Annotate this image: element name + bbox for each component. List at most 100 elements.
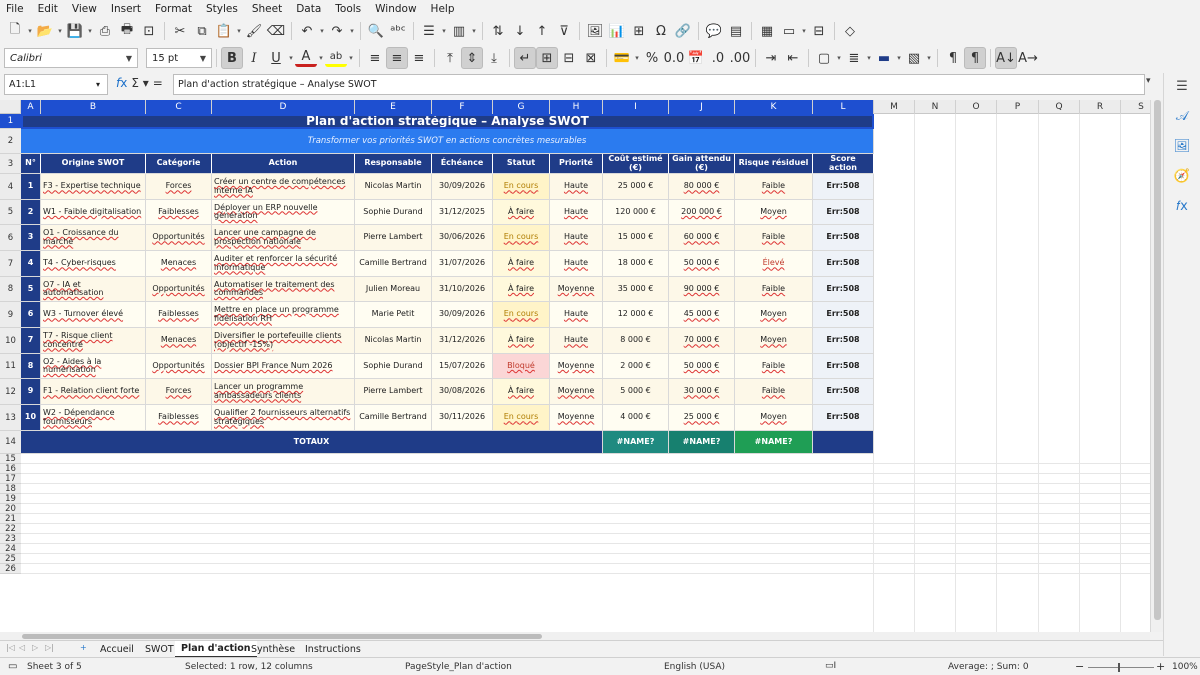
row-header-9[interactable]: 9: [0, 302, 21, 328]
conditional-format-icon[interactable]: ▧: [903, 47, 925, 69]
table-cell[interactable]: Err:508: [813, 302, 874, 328]
table-cell[interactable]: Auditer et renforcer la sécurité informa…: [212, 251, 355, 277]
table-cell[interactable]: Err:508: [813, 379, 874, 405]
table-cell[interactable]: 4 000 €: [603, 405, 669, 431]
table-cell[interactable]: 30/09/2026: [432, 174, 493, 200]
column-header-cell[interactable]: Coût estimé (€): [603, 154, 669, 174]
column-header-n[interactable]: N: [915, 100, 956, 114]
column-header-cell[interactable]: Catégorie: [146, 154, 212, 174]
function-wizard-icon[interactable]: fx: [116, 76, 127, 90]
comment-icon[interactable]: 💬: [703, 20, 725, 42]
table-cell[interactable]: 12 000 €: [603, 302, 669, 328]
table-cell[interactable]: Haute: [550, 174, 603, 200]
chevron-down-icon[interactable]: ▾: [86, 20, 94, 42]
font-color-icon[interactable]: A: [295, 49, 317, 67]
table-cell[interactable]: Moyenne: [550, 379, 603, 405]
chevron-down-icon[interactable]: ▾: [895, 47, 903, 69]
row-header-19[interactable]: 19: [0, 494, 21, 504]
percent-icon[interactable]: %: [641, 47, 663, 69]
table-cell[interactable]: O1 - Croissance du marché: [41, 225, 146, 251]
table-cell[interactable]: 2: [21, 200, 41, 225]
column-header-k[interactable]: K: [735, 100, 813, 114]
borders-icon[interactable]: ▢: [813, 47, 835, 69]
table-cell[interactable]: Err:508: [813, 277, 874, 302]
table-cell[interactable]: 31/12/2025: [432, 200, 493, 225]
column-header-i[interactable]: I: [603, 100, 669, 114]
table-cell[interactable]: En cours: [493, 405, 550, 431]
table-cell[interactable]: Camille Bertrand: [355, 251, 432, 277]
new-icon[interactable]: 🗋: [4, 20, 26, 42]
sheet-subtitle[interactable]: Transformer vos priorités SWOT en action…: [21, 129, 874, 154]
decrease-indent-icon[interactable]: ⇤: [782, 47, 804, 69]
table-cell[interactable]: Haute: [550, 225, 603, 251]
table-cell[interactable]: 200 000 €: [669, 200, 735, 225]
column-header-cell[interactable]: Échéance: [432, 154, 493, 174]
row-header-17[interactable]: 17: [0, 474, 21, 484]
number-format-icon[interactable]: 0.0: [663, 47, 685, 69]
chevron-down-icon[interactable]: ▾: [835, 47, 843, 69]
table-cell[interactable]: Mettre en place un programme fidélisatio…: [212, 302, 355, 328]
row-header-5[interactable]: 5: [0, 200, 21, 225]
menu-edit[interactable]: Edit: [32, 3, 66, 15]
row-header-20[interactable]: 20: [0, 504, 21, 514]
table-cell[interactable]: 30 000 €: [669, 379, 735, 405]
table-cell[interactable]: 10: [21, 405, 41, 431]
align-top-icon[interactable]: ⤒: [439, 47, 461, 69]
align-right-icon[interactable]: ≡: [408, 47, 430, 69]
menu-view[interactable]: View: [66, 3, 105, 15]
next-sheet-icon[interactable]: ▷: [32, 643, 38, 652]
row-header-25[interactable]: 25: [0, 554, 21, 564]
table-cell[interactable]: 120 000 €: [603, 200, 669, 225]
table-cell[interactable]: 15/07/2026: [432, 354, 493, 379]
row-header-14[interactable]: 14: [0, 431, 21, 454]
table-cell[interactable]: T7 - Risque client concentré: [41, 328, 146, 354]
table-cell[interactable]: 5: [21, 277, 41, 302]
scroll-thumb[interactable]: [22, 634, 542, 639]
table-cell[interactable]: 1: [21, 174, 41, 200]
merge-cells-icon[interactable]: ⊟: [558, 47, 580, 69]
table-cell[interactable]: 45 000 €: [669, 302, 735, 328]
print-preview-icon[interactable]: ⊡: [138, 20, 160, 42]
table-cell[interactable]: Faible: [735, 379, 813, 405]
increase-indent-icon[interactable]: ⇥: [760, 47, 782, 69]
table-cell[interactable]: 90 000 €: [669, 277, 735, 302]
vertical-scrollbar[interactable]: [1150, 100, 1163, 632]
column-header-o[interactable]: O: [956, 100, 997, 114]
last-sheet-icon[interactable]: ▷|: [45, 643, 54, 652]
zoom-slider-handle[interactable]: [1118, 663, 1120, 672]
column-header-cell[interactable]: N°: [21, 154, 41, 174]
sort-icon[interactable]: ⇅: [487, 20, 509, 42]
table-cell[interactable]: Bloqué: [493, 354, 550, 379]
column-header-cell[interactable]: Responsable: [355, 154, 432, 174]
menu-data[interactable]: Data: [290, 3, 329, 15]
row-header-18[interactable]: 18: [0, 484, 21, 494]
date-icon[interactable]: 📅: [685, 47, 707, 69]
column-header-p[interactable]: P: [997, 100, 1039, 114]
table-cell[interactable]: En cours: [493, 174, 550, 200]
row-header-7[interactable]: 7: [0, 251, 21, 277]
unmerge-cells-icon[interactable]: ⊠: [580, 47, 602, 69]
table-cell[interactable]: Err:508: [813, 405, 874, 431]
table-cell[interactable]: 30/11/2026: [432, 405, 493, 431]
open-icon[interactable]: 📂: [34, 20, 56, 42]
gallery-icon[interactable]: 🖼: [1171, 135, 1193, 157]
total-cell[interactable]: #NAME?: [603, 431, 669, 454]
row-header-4[interactable]: 4: [0, 174, 21, 200]
table-cell[interactable]: 7: [21, 328, 41, 354]
right-to-left-icon[interactable]: ¶: [964, 47, 986, 69]
table-cell[interactable]: Nicolas Martin: [355, 174, 432, 200]
underline-icon[interactable]: U: [265, 47, 287, 69]
table-cell[interactable]: Err:508: [813, 251, 874, 277]
table-cell[interactable]: 3: [21, 225, 41, 251]
column-icon[interactable]: ▥: [448, 20, 470, 42]
font-size-box[interactable]: 15 pt ▼: [146, 48, 212, 68]
table-cell[interactable]: Menaces: [146, 251, 212, 277]
border-style-icon[interactable]: ≣: [843, 47, 865, 69]
table-cell[interactable]: 25 000 €: [603, 174, 669, 200]
column-header-cell[interactable]: Origine SWOT: [41, 154, 146, 174]
show-draw-functions-icon[interactable]: ◇: [839, 20, 861, 42]
chevron-down-icon[interactable]: ▼: [121, 49, 137, 67]
column-header-cell[interactable]: Statut: [493, 154, 550, 174]
row-header-26[interactable]: 26: [0, 564, 21, 574]
freeze-rows-icon[interactable]: ▭: [778, 20, 800, 42]
